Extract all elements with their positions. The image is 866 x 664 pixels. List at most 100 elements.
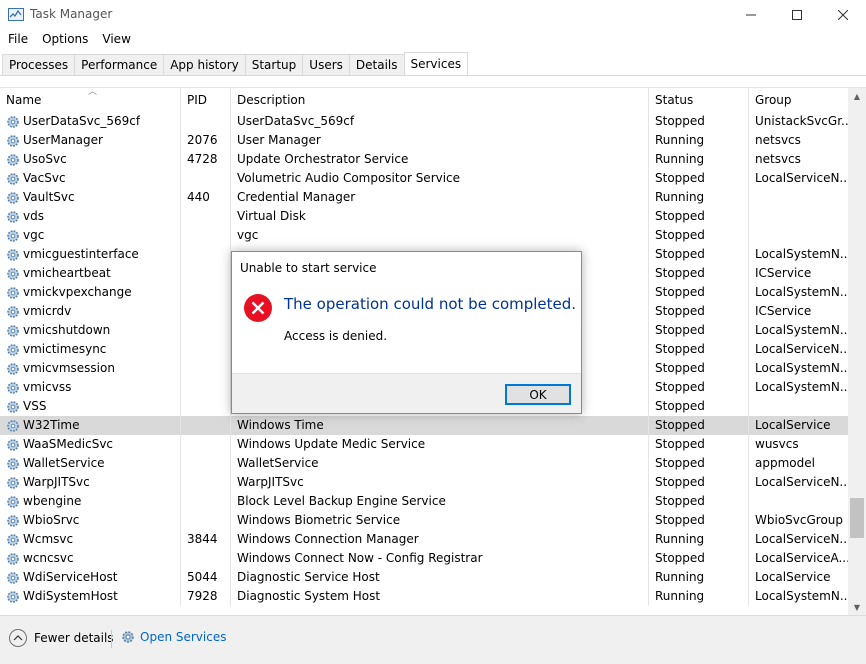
table-row[interactable]: UserDataSvc_569cf UserDataSvc_569cf Stoppe… <box>0 112 848 131</box>
menu-file[interactable]: File <box>1 30 35 50</box>
tab-users[interactable]: Users <box>302 54 349 76</box>
cell-group: netsvcs <box>755 152 801 166</box>
menu-options[interactable]: Options <box>35 30 95 50</box>
sort-ascending-icon: ︿ <box>88 87 98 97</box>
tab-services[interactable]: Services <box>403 52 469 76</box>
cell-name: vmicvmsession <box>0 359 181 378</box>
service-name: WalletService <box>23 456 105 470</box>
cell-pid <box>181 435 231 454</box>
cell-group: appmodel <box>755 456 815 470</box>
cell-status: Stopped <box>649 245 749 264</box>
table-row[interactable]: UserManager 2076 User Manager Running netsvc… <box>0 131 848 150</box>
cell-pid <box>181 283 231 302</box>
table-row[interactable]: VacSvc Volumetric Audio Compositor Servic… <box>0 169 848 188</box>
cell-status: Stopped <box>649 435 749 454</box>
table-row[interactable]: UsoSvc 4728 Update Orchestrator Service Run… <box>0 150 848 169</box>
cell-group: ICService <box>755 266 812 280</box>
table-row[interactable]: W32Time Windows Time Stopped LocalService <box>0 416 848 435</box>
scrollbar-thumb[interactable] <box>850 498 864 538</box>
cell-pid <box>181 492 231 511</box>
service-name: UsoSvc <box>23 152 67 166</box>
open-services-link[interactable]: Open Services <box>120 629 226 645</box>
dialog-button-bar: OK <box>232 373 581 413</box>
cell-status: Stopped <box>649 321 749 340</box>
column-header-description[interactable]: Description <box>231 88 649 112</box>
table-row[interactable]: vgc vgc Stopped <box>0 226 848 245</box>
table-row[interactable]: vds Virtual Disk Stopped <box>0 207 848 226</box>
service-name: vmictimesync <box>23 342 107 356</box>
table-row[interactable]: WarpJITSvc WarpJITSvc Stopped LocalServiceN… <box>0 473 848 492</box>
table-row[interactable]: WbioSrvc Windows Biometric Service Stopped… <box>0 511 848 530</box>
table-row[interactable]: wbengine Block Level Backup Engine Servic… <box>0 492 848 511</box>
service-name: UserDataSvc_569cf <box>23 114 141 128</box>
tab-app-history[interactable]: App history <box>163 54 245 76</box>
service-name: Wcmsvc <box>23 532 74 546</box>
close-button[interactable] <box>820 0 866 30</box>
cell-status: Stopped <box>649 397 749 416</box>
cell-status: Stopped <box>649 340 749 359</box>
column-header-group[interactable]: Group <box>749 88 848 112</box>
cell-description: Volumetric Audio Compositor Service <box>231 169 649 188</box>
table-row[interactable]: WdiSystemHost 7928 Diagnostic System Host R… <box>0 587 848 606</box>
tab-processes[interactable]: Processes <box>2 54 75 76</box>
cell-pid <box>181 473 231 492</box>
cell-status: Running <box>649 587 749 606</box>
service-name: WdiServiceHost <box>23 570 118 584</box>
cell-status: Stopped <box>649 359 749 378</box>
tab-strip: Processes Performance App history Startu… <box>2 52 469 76</box>
fewer-details-button[interactable]: Fewer details <box>9 629 114 647</box>
cell-group: LocalSystemN... <box>755 247 848 261</box>
service-name: VacSvc <box>23 171 66 185</box>
open-services-label: Open Services <box>140 630 227 644</box>
service-name: vmicvss <box>23 380 72 394</box>
cell-pid: 3844 <box>181 530 231 549</box>
gear-icon <box>6 571 20 585</box>
cell-description: Windows Biometric Service <box>231 511 649 530</box>
table-row[interactable]: WdiServiceHost 5044 Diagnostic Service Hos… <box>0 568 848 587</box>
minimize-button[interactable] <box>728 0 774 30</box>
gear-icon <box>6 191 20 205</box>
cell-description: Windows Update Medic Service <box>231 435 649 454</box>
scroll-up-icon[interactable]: ▲ <box>848 88 866 105</box>
tab-performance[interactable]: Performance <box>74 54 164 76</box>
tab-divider <box>0 75 866 76</box>
column-header-row: ︿ Name PID Description Status Group <box>0 88 848 112</box>
cell-description: Diagnostic Service Host <box>231 568 649 587</box>
table-row[interactable]: WalletService WalletService Stopped appmode… <box>0 454 848 473</box>
menu-view[interactable]: View <box>95 30 137 50</box>
table-row[interactable]: WaaSMedicSvc Windows Update Medic Service… <box>0 435 848 454</box>
gear-icon <box>6 153 20 167</box>
service-name: vmicrdv <box>23 304 72 318</box>
cell-status: Stopped <box>649 112 749 131</box>
maximize-button[interactable] <box>774 0 820 30</box>
dialog-title: Unable to start service <box>240 261 377 275</box>
cell-name: Wcmsvc <box>0 530 181 549</box>
table-row[interactable]: Wcmsvc 3844 Windows Connection Manager Runn… <box>0 530 848 549</box>
tab-details[interactable]: Details <box>348 54 404 76</box>
scroll-down-icon[interactable]: ▼ <box>848 599 866 615</box>
cell-status: Running <box>649 530 749 549</box>
service-name: WaaSMedicSvc <box>23 437 114 451</box>
vertical-scrollbar[interactable]: ▲ ▼ <box>848 88 866 615</box>
gear-icon <box>6 419 20 433</box>
gear-icon <box>6 476 20 490</box>
service-name: vmickvpexchange <box>23 285 132 299</box>
table-row[interactable]: VaultSvc 440 Credential Manager Running <box>0 188 848 207</box>
column-header-pid[interactable]: PID <box>181 88 231 112</box>
gear-icon <box>6 457 20 471</box>
cell-status: Stopped <box>649 302 749 321</box>
cell-status: Stopped <box>649 207 749 226</box>
column-header-name[interactable]: ︿ Name <box>0 88 181 112</box>
cell-name: wbengine <box>0 492 181 511</box>
cell-name: UserManager <box>0 131 181 150</box>
tab-startup[interactable]: Startup <box>244 54 303 76</box>
ok-button[interactable]: OK <box>505 384 571 405</box>
column-header-status[interactable]: Status <box>649 88 749 112</box>
service-name: UserManager <box>23 133 103 147</box>
gear-icon <box>6 115 20 129</box>
cell-group <box>749 226 848 245</box>
table-row[interactable]: wcncsvc Windows Connect Now - Config Regi… <box>0 549 848 568</box>
cell-description: Windows Time <box>231 416 649 435</box>
service-name: VSS <box>23 399 47 413</box>
cell-description: WalletService <box>231 454 649 473</box>
